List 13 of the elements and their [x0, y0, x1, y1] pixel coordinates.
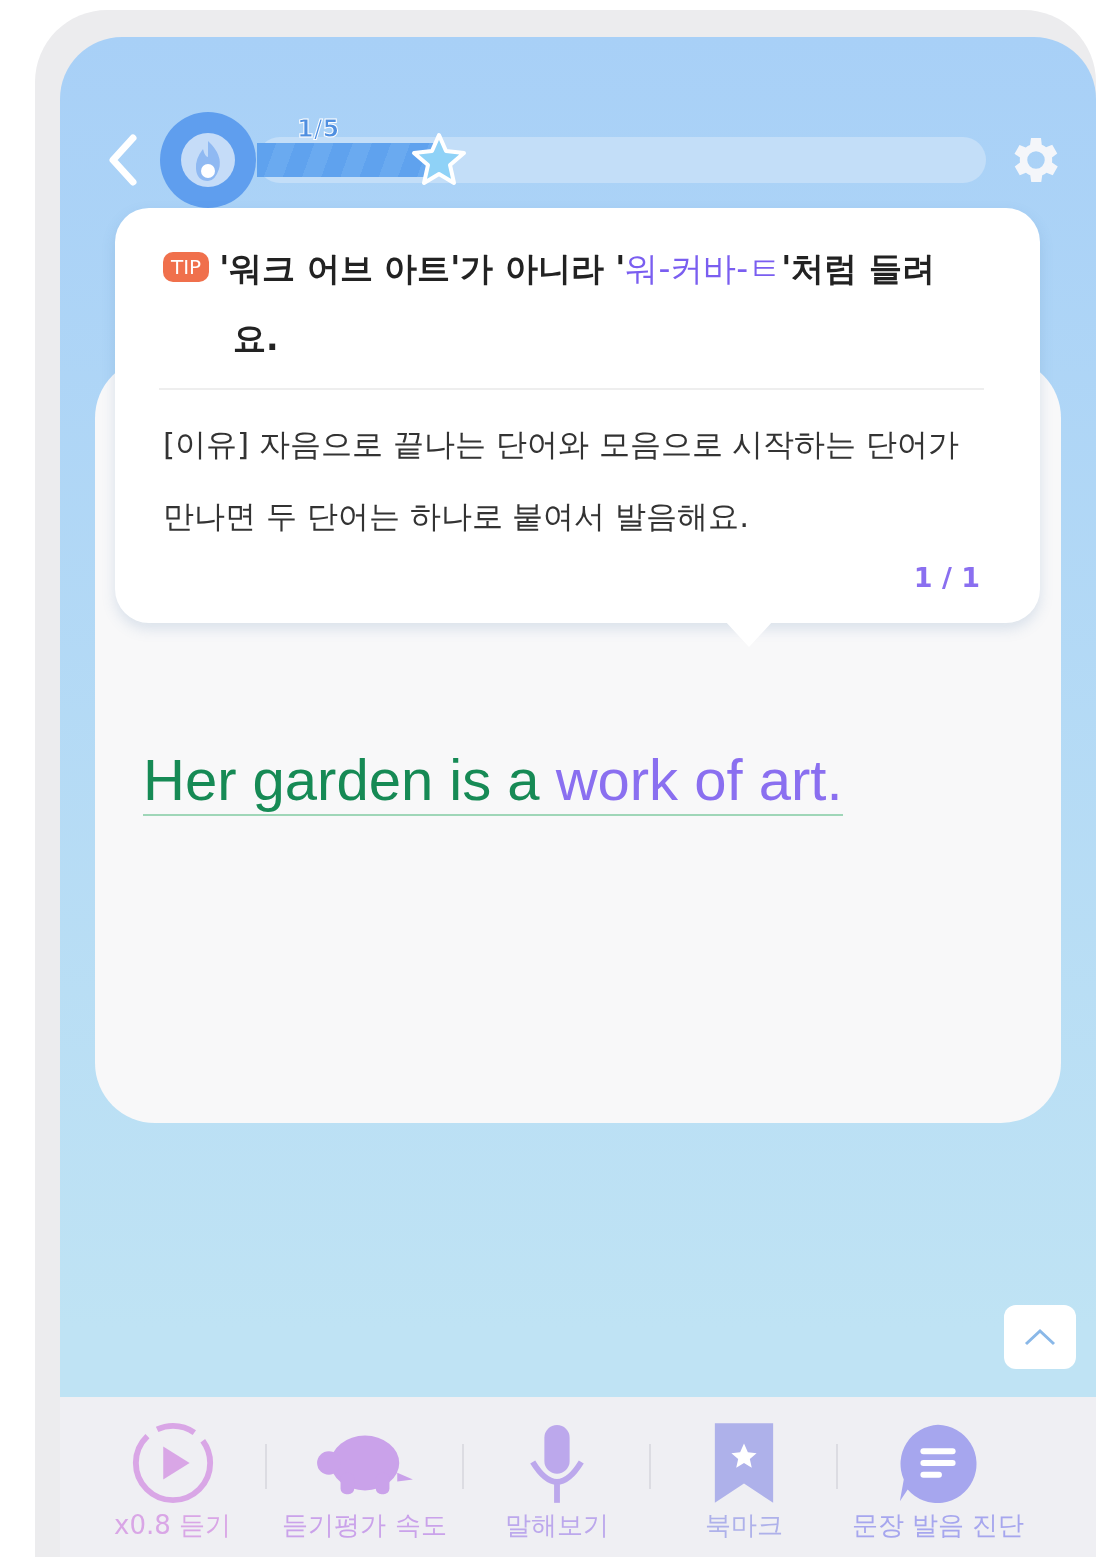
tip-badge: TIP — [163, 252, 210, 282]
tip-page-counter: 1 / 1 — [912, 562, 980, 593]
tip-explanation: [이유] 자음으로 끝나는 단어와 모음으로 시작하는 단어가 만나면 두 단어는 하나로 붙여서 발음해요. — [163, 425, 961, 536]
sentence-text: Her garden is a work of art. — [143, 744, 843, 817]
progress-label: 1/5 — [297, 115, 340, 143]
chevron-up-icon — [1023, 1327, 1057, 1347]
toolbar-button[interactable]: 문장 발음 진단 — [838, 1419, 1038, 1541]
toolbar-button[interactable]: 듣기평가 속도 — [267, 1419, 462, 1541]
toolbar-button[interactable]: x0.8 듣기 — [80, 1419, 265, 1541]
tip-headline: TIP '워크 어브 아트'가 아니라 '워-커바-ㅌ'처럼 들려요. — [163, 234, 980, 374]
scroll-up-button[interactable] — [1004, 1305, 1076, 1369]
toolbar-button[interactable]: 북마크 — [651, 1419, 836, 1541]
toolbar-button[interactable]: 말해보기 — [464, 1419, 649, 1541]
